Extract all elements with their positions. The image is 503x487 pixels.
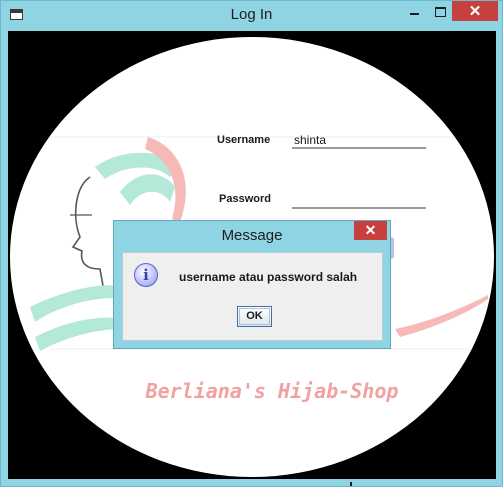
message-dialog: Message ✕ i username atau password salah… [113,220,391,349]
shop-name-logo: Berliana's Hijab-Shop [145,379,399,403]
maximize-button[interactable] [429,1,451,22]
username-label: Username [217,134,271,146]
password-field[interactable] [292,191,426,209]
cursor-mark [350,482,352,486]
info-icon: i [134,263,158,287]
dialog-close-button[interactable]: ✕ [354,221,387,240]
window-title: Log In [230,6,273,23]
minimize-icon [409,12,419,15]
ok-button[interactable]: OK [237,306,272,327]
username-field[interactable]: shinta [292,131,426,149]
close-button[interactable]: ✕ [452,1,498,21]
password-label: Password [219,193,271,205]
minimize-button[interactable] [403,1,425,22]
dialog-message: username atau password salah [179,270,358,284]
close-icon: ✕ [468,3,482,20]
maximize-icon [434,6,446,17]
login-window: Log In ✕ Username shinta Password Berlia… [0,0,503,487]
close-icon: ✕ [364,222,377,238]
dialog-body: i username atau password salah OK [122,252,383,341]
dialog-title: Message [221,227,283,244]
title-bar[interactable]: Log In ✕ [1,1,502,30]
